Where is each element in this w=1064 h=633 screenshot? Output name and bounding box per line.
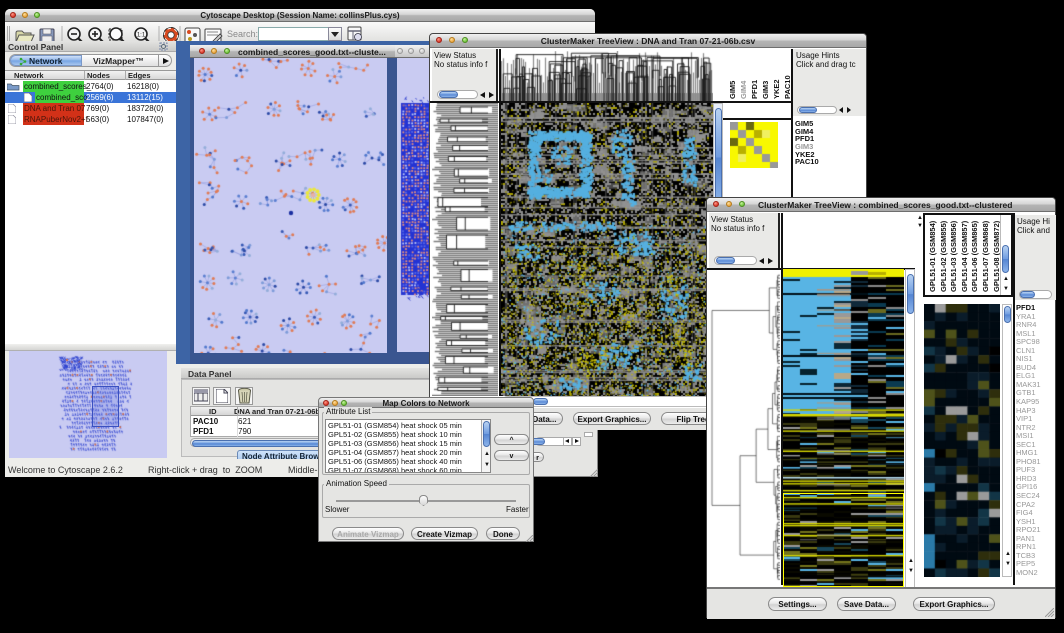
svg-text:1:1: 1:1: [137, 33, 146, 39]
